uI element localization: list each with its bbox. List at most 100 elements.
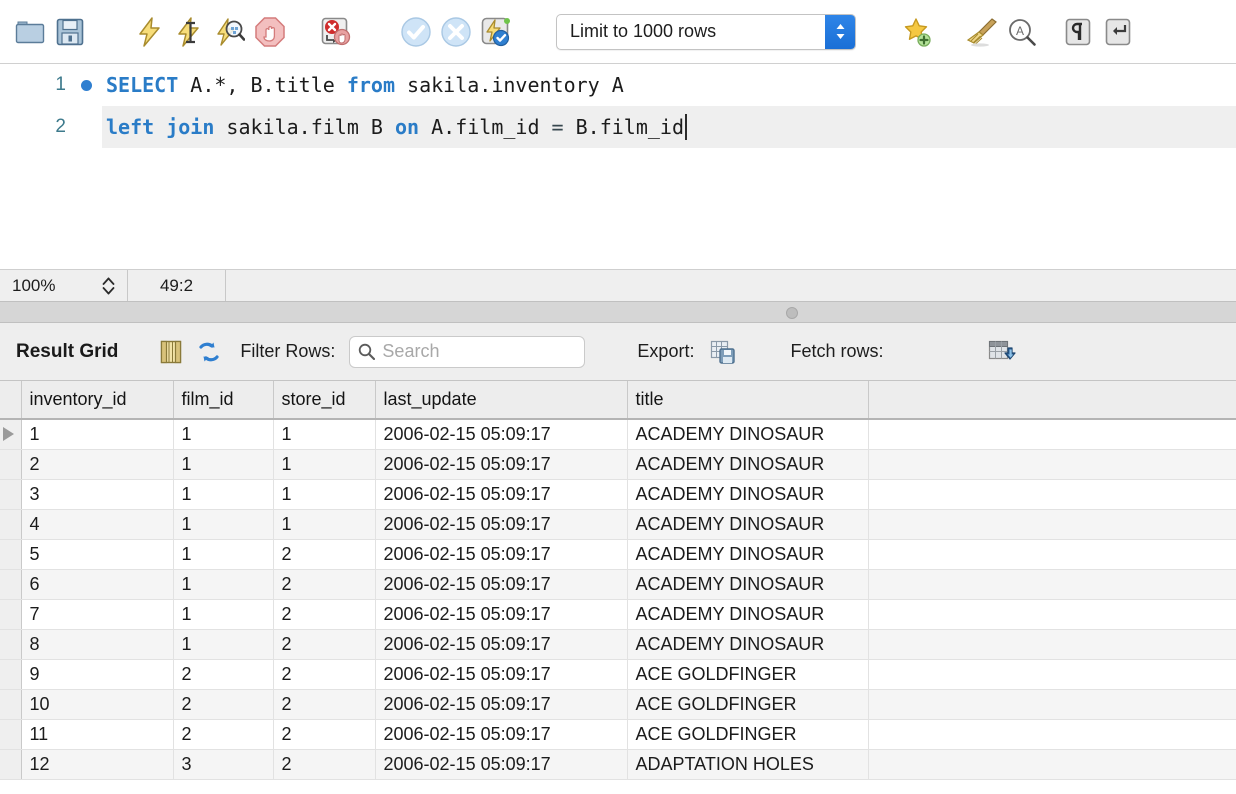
explain-statement-icon[interactable] xyxy=(210,12,250,52)
row-marker-cell[interactable] xyxy=(0,599,22,630)
beautify-query-icon[interactable] xyxy=(896,12,936,52)
stop-execution-icon[interactable] xyxy=(250,12,290,52)
table-cell-inventory-id[interactable]: 6 xyxy=(21,569,174,600)
table-cell-last-update[interactable]: 2006-02-15 05:09:17 xyxy=(375,509,628,540)
row-marker-cell[interactable] xyxy=(0,569,22,600)
table-cell-inventory-id[interactable]: 3 xyxy=(21,479,174,510)
table-cell-title[interactable]: ACADEMY DINOSAUR xyxy=(627,419,869,450)
table-cell-title[interactable]: ACADEMY DINOSAUR xyxy=(627,599,869,630)
breakpoint-marker[interactable] xyxy=(70,79,102,91)
table-cell-film-id[interactable]: 1 xyxy=(173,479,274,510)
sql-editor-lines[interactable]: 1 SELECT A.*, B.title from sakila.invento… xyxy=(0,64,1236,148)
table-cell-inventory-id[interactable]: 10 xyxy=(21,689,174,720)
table-cell-last-update[interactable]: 2006-02-15 05:09:17 xyxy=(375,479,628,510)
row-marker-cell[interactable] xyxy=(0,689,22,720)
clear-query-icon[interactable] xyxy=(962,12,1002,52)
rollback-icon[interactable] xyxy=(436,12,476,52)
table-cell-last-update[interactable]: 2006-02-15 05:09:17 xyxy=(375,449,628,480)
table-cell-store-id[interactable]: 2 xyxy=(273,749,376,780)
splitter-handle[interactable] xyxy=(786,307,798,319)
column-header-title[interactable]: title xyxy=(627,381,869,420)
table-cell-film-id[interactable]: 1 xyxy=(173,419,274,450)
row-marker-cell[interactable] xyxy=(0,629,22,660)
table-cell-inventory-id[interactable]: 12 xyxy=(21,749,174,780)
export-recordset-icon[interactable] xyxy=(704,333,742,371)
table-cell-film-id[interactable]: 2 xyxy=(173,719,274,750)
table-row[interactable]: 10 2 2 2006-02-15 05:09:17 ACE GOLDFINGER xyxy=(0,689,1236,720)
code-line[interactable]: 1 SELECT A.*, B.title from sakila.invento… xyxy=(0,64,1236,106)
table-row[interactable]: 2 1 1 2006-02-15 05:09:17 ACADEMY DINOSAUR xyxy=(0,449,1236,480)
table-row[interactable]: 11 2 2 2006-02-15 05:09:17 ACE GOLDFINGER xyxy=(0,719,1236,750)
row-marker-cell[interactable] xyxy=(0,479,22,510)
table-row[interactable]: 5 1 2 2006-02-15 05:09:17 ACADEMY DINOSAUR xyxy=(0,539,1236,570)
table-cell-title[interactable]: ACADEMY DINOSAUR xyxy=(627,629,869,660)
table-cell-inventory-id[interactable]: 4 xyxy=(21,509,174,540)
column-header-last-update[interactable]: last_update xyxy=(375,381,628,420)
find-icon[interactable]: A xyxy=(1002,12,1042,52)
table-row[interactable]: 6 1 2 2006-02-15 05:09:17 ACADEMY DINOSAUR xyxy=(0,569,1236,600)
table-cell-film-id[interactable]: 1 xyxy=(173,539,274,570)
table-cell-title[interactable]: ACE GOLDFINGER xyxy=(627,659,869,690)
commit-icon[interactable] xyxy=(396,12,436,52)
table-cell-store-id[interactable]: 2 xyxy=(273,569,376,600)
table-cell-store-id[interactable]: 2 xyxy=(273,689,376,720)
table-cell-title[interactable]: ACE GOLDFINGER xyxy=(627,719,869,750)
table-cell-inventory-id[interactable]: 11 xyxy=(21,719,174,750)
table-cell-inventory-id[interactable]: 7 xyxy=(21,599,174,630)
toggle-invisible-chars-icon[interactable] xyxy=(1058,12,1098,52)
row-marker-cell[interactable] xyxy=(0,539,22,570)
execute-current-statement-icon[interactable] xyxy=(170,12,210,52)
table-cell-film-id[interactable]: 1 xyxy=(173,629,274,660)
table-cell-film-id[interactable]: 2 xyxy=(173,689,274,720)
table-cell-inventory-id[interactable]: 1 xyxy=(21,419,174,450)
result-grid[interactable]: inventory_id film_id store_id last_updat… xyxy=(0,381,1236,794)
row-marker-cell[interactable] xyxy=(0,719,22,750)
table-row[interactable]: 7 1 2 2006-02-15 05:09:17 ACADEMY DINOSAUR xyxy=(0,599,1236,630)
table-cell-title[interactable]: ACADEMY DINOSAUR xyxy=(627,539,869,570)
table-cell-title[interactable]: ACADEMY DINOSAUR xyxy=(627,479,869,510)
column-header-film-id[interactable]: film_id xyxy=(173,381,274,420)
row-marker-cell[interactable] xyxy=(0,659,22,690)
table-cell-store-id[interactable]: 1 xyxy=(273,479,376,510)
table-row[interactable]: 4 1 1 2006-02-15 05:09:17 ACADEMY DINOSAUR xyxy=(0,509,1236,540)
table-cell-last-update[interactable]: 2006-02-15 05:09:17 xyxy=(375,719,628,750)
code-line[interactable]: 2 left join sakila.film B on A.film_id = … xyxy=(0,106,1236,148)
table-cell-film-id[interactable]: 1 xyxy=(173,509,274,540)
table-cell-store-id[interactable]: 2 xyxy=(273,539,376,570)
table-cell-store-id[interactable]: 1 xyxy=(273,449,376,480)
table-cell-title[interactable]: ACE GOLDFINGER xyxy=(627,689,869,720)
table-cell-store-id[interactable]: 2 xyxy=(273,659,376,690)
table-cell-store-id[interactable]: 1 xyxy=(273,419,376,450)
wrap-lines-icon[interactable] xyxy=(1098,12,1138,52)
table-cell-title[interactable]: ACADEMY DINOSAUR xyxy=(627,569,869,600)
table-cell-film-id[interactable]: 1 xyxy=(173,599,274,630)
table-cell-film-id[interactable]: 3 xyxy=(173,749,274,780)
zoom-control[interactable]: 100% xyxy=(0,270,128,301)
table-cell-store-id[interactable]: 2 xyxy=(273,719,376,750)
table-cell-film-id[interactable]: 1 xyxy=(173,449,274,480)
table-cell-last-update[interactable]: 2006-02-15 05:09:17 xyxy=(375,569,628,600)
stop-on-error-icon[interactable] xyxy=(316,12,356,52)
table-row[interactable]: 12 3 2 2006-02-15 05:09:17 ADAPTATION HOLES xyxy=(0,749,1236,780)
row-marker-cell[interactable] xyxy=(0,509,22,540)
open-sql-file-icon[interactable] xyxy=(10,12,50,52)
grid-view-icon[interactable] xyxy=(152,333,190,371)
column-header-inventory-id[interactable]: inventory_id xyxy=(21,381,174,420)
table-cell-film-id[interactable]: 2 xyxy=(173,659,274,690)
row-marker-cell[interactable] xyxy=(0,749,22,780)
row-marker-cell[interactable] xyxy=(0,449,22,480)
save-sql-file-icon[interactable] xyxy=(50,12,90,52)
table-row[interactable]: 1 1 1 2006-02-15 05:09:17 ACADEMY DINOSAUR xyxy=(0,419,1236,450)
table-cell-inventory-id[interactable]: 5 xyxy=(21,539,174,570)
editor-results-splitter[interactable] xyxy=(0,301,1236,323)
table-cell-last-update[interactable]: 2006-02-15 05:09:17 xyxy=(375,749,628,780)
table-cell-store-id[interactable]: 1 xyxy=(273,509,376,540)
table-cell-last-update[interactable]: 2006-02-15 05:09:17 xyxy=(375,689,628,720)
table-cell-film-id[interactable]: 1 xyxy=(173,569,274,600)
table-cell-inventory-id[interactable]: 8 xyxy=(21,629,174,660)
fetch-rows-icon[interactable] xyxy=(983,333,1021,371)
row-marker-cell[interactable] xyxy=(0,419,22,450)
refresh-icon[interactable] xyxy=(190,333,228,371)
table-cell-inventory-id[interactable]: 9 xyxy=(21,659,174,690)
autocommit-icon[interactable] xyxy=(476,12,516,52)
